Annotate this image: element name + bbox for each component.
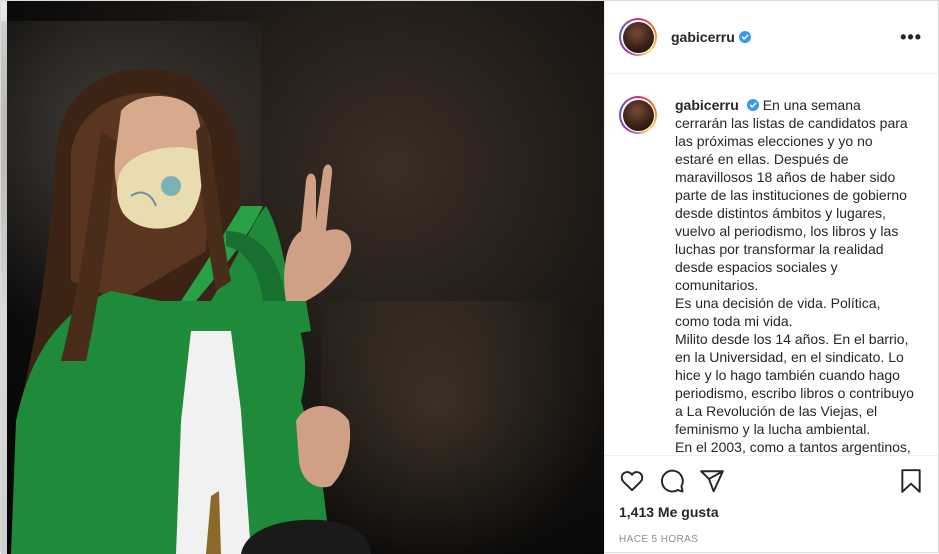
caption-avatar-image — [622, 99, 654, 131]
post-timestamp[interactable]: HACE 5 HORAS — [605, 534, 938, 545]
share-icon[interactable] — [699, 468, 725, 494]
caption-paragraph-1: gabicerru En una semana cerrarán las lis… — [675, 96, 915, 294]
caption-paragraph-3: Milito desde los 14 años. En el barrio, … — [675, 331, 914, 437]
likes-count[interactable]: 1,413 Me gusta — [605, 504, 938, 520]
profile-avatar[interactable] — [619, 18, 657, 56]
caption-paragraph-2: Es una decisión de vida. Política, como … — [675, 295, 881, 329]
action-bar — [605, 456, 938, 506]
header-username[interactable]: gabicerru — [671, 29, 735, 45]
caption-text: gabicerru En una semana cerrarán las lis… — [675, 96, 915, 455]
avatar-image — [622, 21, 654, 53]
header-username-link[interactable]: gabicerru — [671, 29, 751, 45]
comment-icon[interactable] — [659, 468, 685, 494]
caption-avatar-frame — [621, 98, 655, 132]
caption-paragraph-1-text: En una semana cerrarán las listas de can… — [675, 97, 908, 293]
instagram-post: gabicerru ••• gabicerru En una semana ce… — [0, 0, 939, 554]
caption-avatar[interactable] — [619, 96, 657, 134]
avatar-frame — [621, 20, 655, 54]
caption-paragraph-4: En el 2003, como a tantos argentinos, — [675, 439, 911, 455]
bookmark-icon[interactable] — [898, 468, 924, 494]
more-options-icon[interactable]: ••• — [900, 28, 922, 46]
heart-icon[interactable] — [619, 468, 645, 494]
verified-badge-icon — [738, 31, 751, 43]
caption-verified-badge-icon — [746, 99, 759, 111]
post-sidebar: gabicerru ••• gabicerru En una semana ce… — [604, 1, 938, 552]
photo-subject — [11, 68, 371, 554]
caption-username[interactable]: gabicerru — [675, 97, 739, 113]
post-photo[interactable] — [1, 1, 604, 554]
caption-area: gabicerru En una semana cerrarán las lis… — [605, 74, 938, 456]
post-header: gabicerru ••• — [605, 1, 938, 74]
